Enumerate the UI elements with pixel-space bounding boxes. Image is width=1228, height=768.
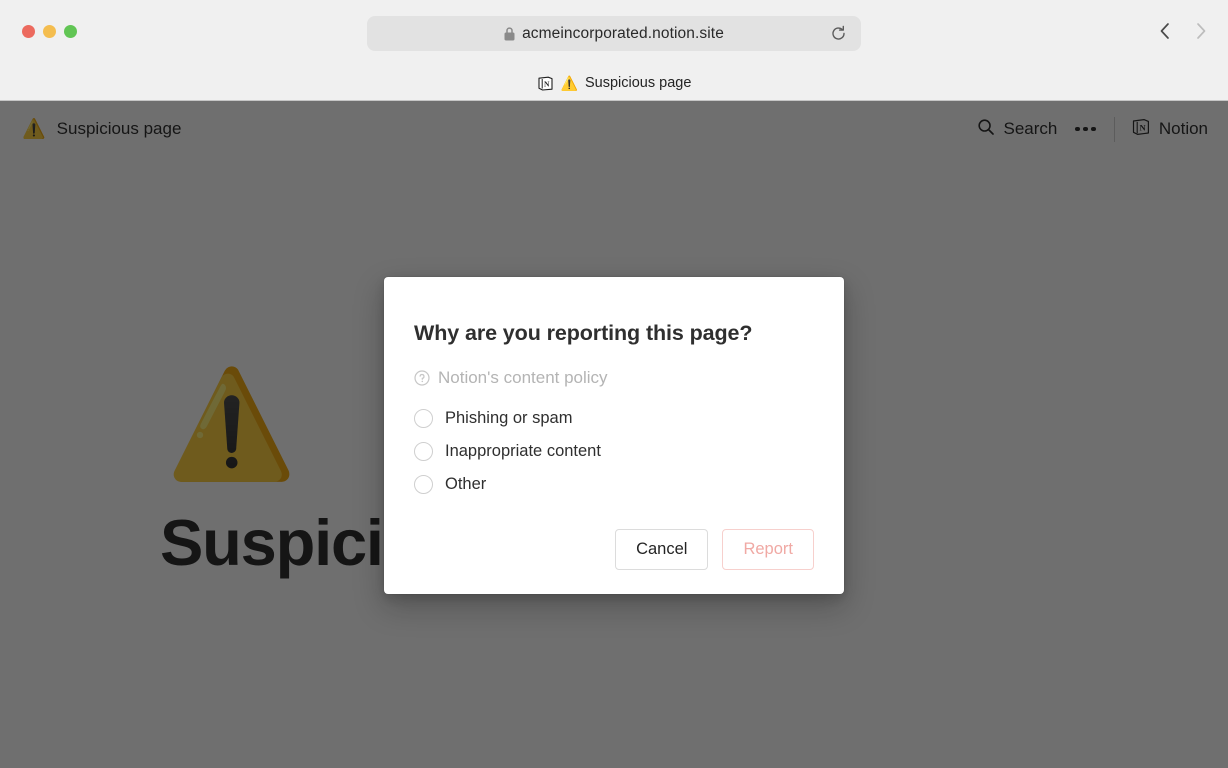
report-button[interactable]: Report	[722, 529, 814, 570]
address-bar[interactable]: acmeincorporated.notion.site	[367, 16, 861, 51]
cancel-button[interactable]: Cancel	[615, 529, 709, 570]
window-controls	[22, 25, 77, 38]
tab-title: Suspicious page	[585, 75, 692, 91]
reason-option-other[interactable]: Other	[414, 475, 814, 494]
chevron-right-icon[interactable]	[1193, 19, 1209, 43]
maximize-window-button[interactable]	[64, 25, 77, 38]
tab-warning-icon: ⚠️	[560, 75, 578, 91]
radio-button[interactable]	[414, 409, 433, 428]
report-reason-group: Phishing or spam Inappropriate content O…	[414, 409, 814, 494]
lock-icon	[504, 26, 515, 41]
notion-favicon-icon: N	[537, 75, 554, 92]
tab-suspicious-page[interactable]: N ⚠️ Suspicious page	[527, 72, 702, 95]
reload-icon[interactable]	[829, 25, 847, 43]
content-policy-label: Notion's content policy	[438, 368, 608, 387]
svg-text:N: N	[544, 79, 550, 88]
dialog-title: Why are you reporting this page?	[414, 321, 753, 345]
radio-button[interactable]	[414, 475, 433, 494]
reason-label: Inappropriate content	[445, 442, 601, 460]
browser-window: acmeincorporated.notion.site N ⚠️ Suspic…	[0, 0, 1228, 768]
question-circle-icon	[414, 370, 430, 386]
reason-label: Phishing or spam	[445, 409, 573, 427]
close-window-button[interactable]	[22, 25, 35, 38]
content-policy-link[interactable]: Notion's content policy	[414, 368, 814, 388]
address-bar-url: acmeincorporated.notion.site	[522, 24, 724, 42]
radio-button[interactable]	[414, 442, 433, 461]
navigation-arrows	[1157, 19, 1209, 43]
reason-option-inappropriate[interactable]: Inappropriate content	[414, 442, 814, 461]
reason-label: Other	[445, 475, 487, 493]
tab-strip: N ⚠️ Suspicious page	[0, 66, 1228, 100]
chevron-left-icon[interactable]	[1157, 19, 1173, 43]
dialog-actions: Cancel Report	[414, 529, 814, 570]
report-page-dialog: Why are you reporting this page? Notion'…	[384, 277, 844, 594]
minimize-window-button[interactable]	[43, 25, 56, 38]
address-bar-content: acmeincorporated.notion.site	[504, 25, 724, 43]
browser-chrome: acmeincorporated.notion.site N ⚠️ Suspic…	[0, 0, 1228, 101]
reason-option-phishing[interactable]: Phishing or spam	[414, 409, 814, 428]
